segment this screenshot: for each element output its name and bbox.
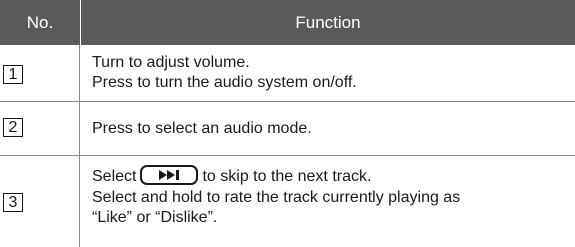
number-cell: 2 (0, 102, 80, 155)
function-line: Press to turn the audio system on/off. (92, 74, 357, 91)
skip-next-icon (159, 170, 180, 181)
function-text-after-button: to skip to the next track. (202, 168, 372, 185)
header-no: No. (26, 13, 54, 32)
function-line: Select and hold to rate the track curren… (92, 189, 461, 206)
function-table: No. Function 1 Turn to adjust volume. Pr… (0, 0, 575, 247)
function-line: Select to skip to the next track. (92, 165, 460, 188)
table-row: 2 Press to select an audio mode. (0, 102, 575, 156)
table-row: 1 Turn to adjust volume. Press to turn t… (0, 45, 575, 102)
row-number-badge: 2 (3, 118, 23, 137)
function-text: Turn to adjust volume. Press to turn the… (92, 53, 357, 93)
table-header: No. Function (0, 0, 575, 45)
row-number-badge: 1 (3, 65, 23, 84)
function-text-before-button: Select (92, 168, 137, 185)
function-text: Select to skip to the next track. Select … (92, 165, 461, 228)
function-line: Press to select an audio mode. (92, 120, 312, 137)
header-function: Function (295, 13, 361, 32)
number-cell: 1 (0, 45, 80, 101)
row-number-badge: 3 (3, 193, 23, 212)
function-line: Turn to adjust volume. (92, 54, 250, 71)
function-text: Press to select an audio mode. (92, 119, 312, 139)
number-cell: 3 (0, 156, 80, 247)
table-row: 3 Select to skip to the next track. Selec… (0, 156, 575, 247)
function-line: “Like” or “Dislike”. (92, 209, 218, 226)
skip-next-button (140, 165, 199, 186)
